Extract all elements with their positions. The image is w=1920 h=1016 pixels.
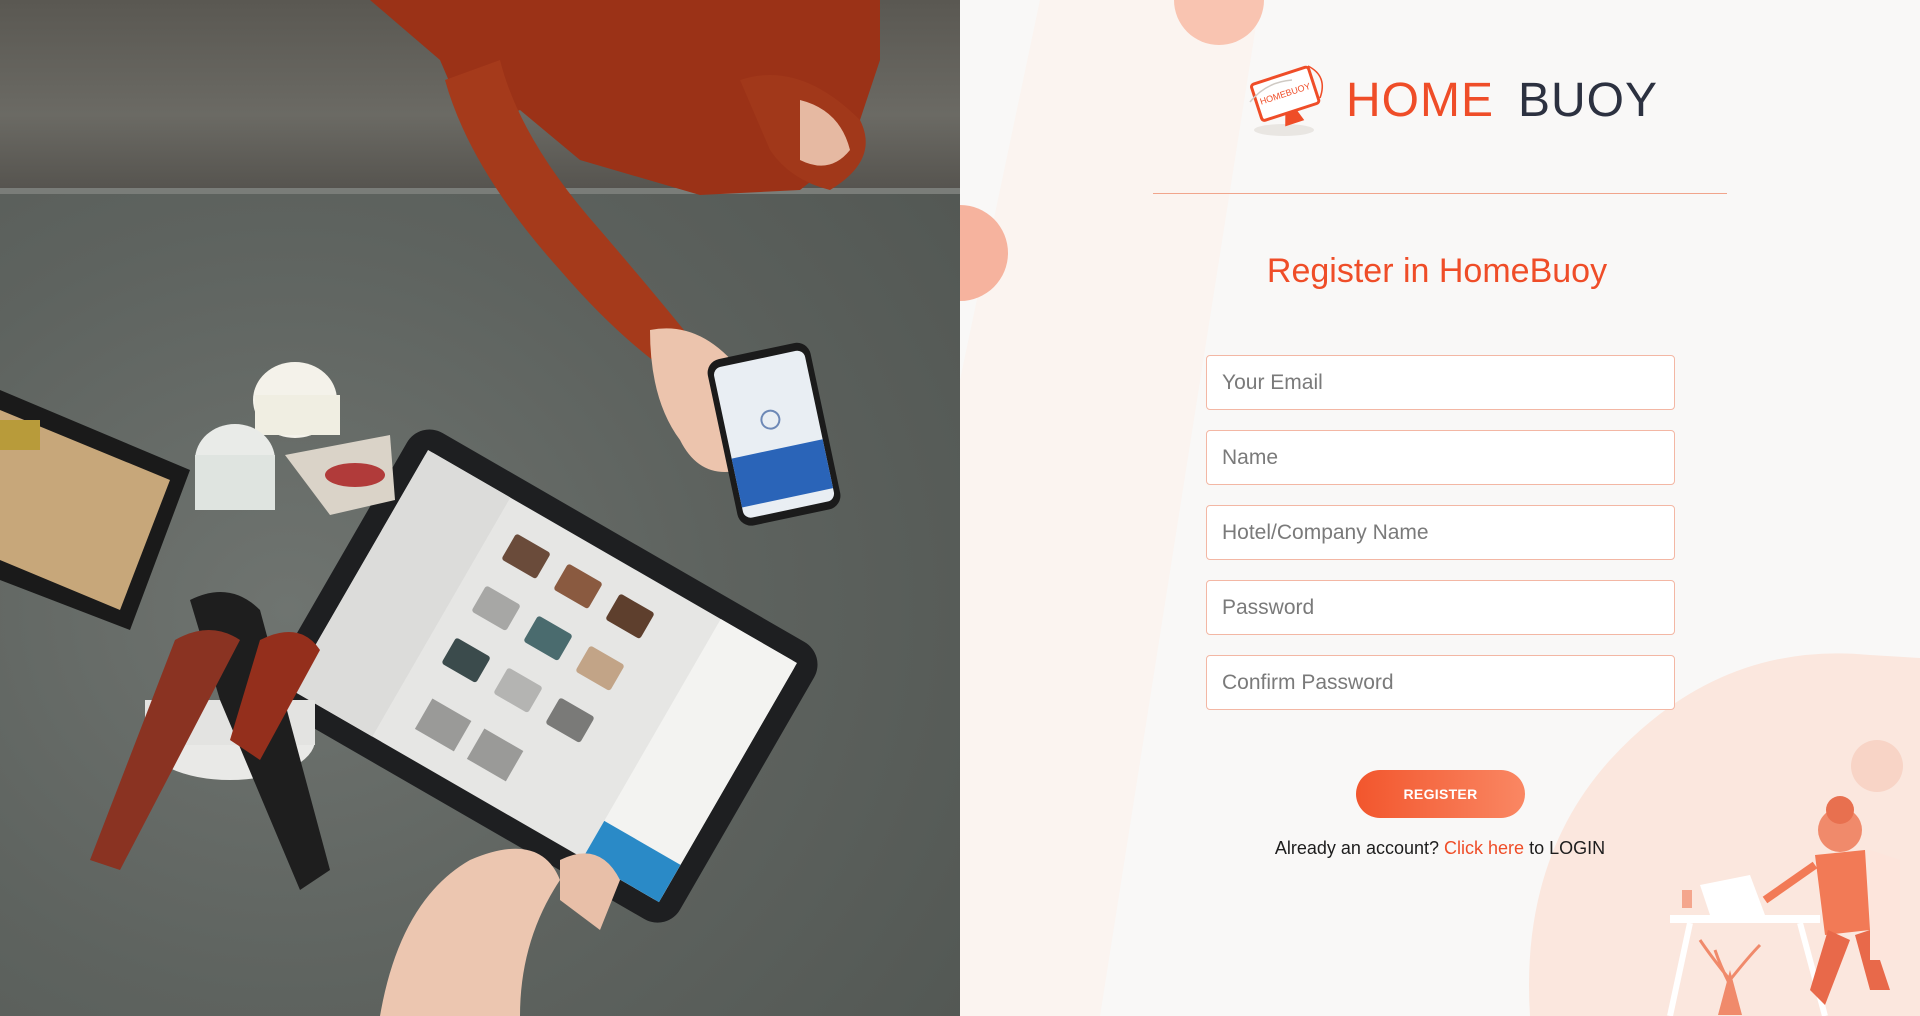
form-title: Register in HomeBuoy (960, 252, 1920, 291)
tablet-pos-checkout-photo (0, 0, 880, 1016)
brand-logo: HOMEBUOY HOME BUOY (1246, 62, 1658, 138)
register-button[interactable]: REGISTER (1356, 770, 1525, 818)
name-input[interactable] (1206, 430, 1675, 485)
login-prompt-text: Already an account? (1274, 838, 1439, 858)
hero-photo (0, 0, 960, 1016)
person-at-desk-with-laptop-illustration (1667, 796, 1900, 1016)
logo-word-home: HOME (1346, 73, 1494, 127)
email-input[interactable] (1206, 355, 1675, 410)
login-prompt-line: Already an account? Click here to LOGIN (960, 838, 1920, 859)
logo-word-buoy: BUOY (1518, 73, 1659, 127)
form-title-text: Register in HomeBuoy (1266, 252, 1608, 290)
computer-monitor-logo-icon: HOMEBUOY (1249, 65, 1323, 136)
header-divider (1153, 193, 1727, 194)
company-name-input[interactable] (1206, 505, 1675, 560)
confirm-password-input[interactable] (1206, 655, 1675, 710)
register-page: HOMEBUOY HOME BUOY Register in HomeBuoy … (0, 0, 1920, 1016)
login-suffix-text: to LOGIN (1529, 838, 1606, 858)
register-panel: HOMEBUOY HOME BUOY Register in HomeBuoy … (960, 0, 1920, 1016)
login-link[interactable]: Click here (1444, 838, 1524, 858)
password-input[interactable] (1206, 580, 1675, 635)
